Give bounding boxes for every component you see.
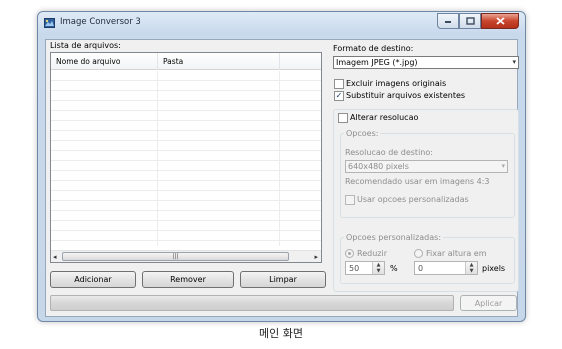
client-area: Lista de arquivos: Nome do arquivo Pasta… xyxy=(45,39,519,317)
file-list-header: Nome do arquivo Pasta xyxy=(51,53,321,70)
column-header-folder[interactable]: Pasta xyxy=(163,57,183,66)
options-group xyxy=(340,133,515,218)
reduce-percent-value: 50 xyxy=(349,264,360,273)
minimize-icon xyxy=(445,21,451,23)
file-list-rows[interactable] xyxy=(51,71,321,246)
recommendation-text: Recomendado usar em imagens 4:3 xyxy=(345,177,490,186)
fixed-height-spinner[interactable]: ▲ ▼ xyxy=(465,262,477,274)
change-resolution-label[interactable]: Alterar resolucao xyxy=(350,113,418,122)
clear-button[interactable]: Limpar xyxy=(240,271,326,288)
app-icon xyxy=(44,18,55,28)
change-resolution-checkbox[interactable] xyxy=(338,113,348,123)
reduce-radio[interactable] xyxy=(345,249,354,258)
caption-buttons xyxy=(437,13,519,30)
file-list[interactable]: Nome do arquivo Pasta ◂ ||| ▸ xyxy=(50,52,322,263)
scrollbar-thumb[interactable]: ||| xyxy=(62,252,289,261)
format-select-value: Imagem JPEG (*.jpg) xyxy=(336,58,418,67)
close-button[interactable] xyxy=(481,13,519,29)
target-resolution-select[interactable]: 640x480 pixels ▾ xyxy=(345,160,508,173)
chevron-down-icon: ▾ xyxy=(501,162,505,170)
scroll-left-icon[interactable]: ◂ xyxy=(53,253,57,261)
add-button[interactable]: Adicionar xyxy=(50,271,136,288)
custom-options-label: Opcoes personalizadas: xyxy=(344,233,444,242)
maximize-icon xyxy=(465,17,475,25)
column-gridline xyxy=(279,71,280,246)
file-list-label: Lista de arquivos: xyxy=(50,41,121,50)
column-separator[interactable] xyxy=(157,53,158,70)
window-title: Image Conversor 3 xyxy=(60,17,141,27)
pixels-unit: pixels xyxy=(482,264,506,273)
maximize-button[interactable] xyxy=(459,13,481,29)
horizontal-scrollbar[interactable]: ◂ ||| ▸ xyxy=(51,250,321,262)
caption-text: 메인 화면 xyxy=(259,327,303,340)
replace-existing-label[interactable]: Substituir arquivos existentes xyxy=(346,91,465,100)
reduce-spinner[interactable]: ▲ ▼ xyxy=(372,262,384,274)
close-icon xyxy=(495,17,505,25)
scroll-grip-icon: ||| xyxy=(172,253,179,260)
check-icon: ✓ xyxy=(335,91,343,100)
title-bar[interactable]: Image Conversor 3 xyxy=(38,12,525,34)
delete-originals-checkbox[interactable] xyxy=(334,79,344,89)
replace-existing-checkbox[interactable]: ✓ xyxy=(334,91,344,101)
apply-button[interactable]: Aplicar xyxy=(460,295,517,311)
column-separator[interactable] xyxy=(279,53,280,70)
fixed-height-input[interactable]: 0 ▲ ▼ xyxy=(414,261,478,275)
target-resolution-label: Resolucao de destino: xyxy=(345,148,433,157)
delete-originals-label[interactable]: Excluir imagens originais xyxy=(346,79,446,88)
format-label: Formato de destino: xyxy=(333,44,414,53)
reduce-percent-input[interactable]: 50 ▲ ▼ xyxy=(345,261,385,275)
scroll-right-icon[interactable]: ▸ xyxy=(314,253,318,261)
percent-unit: % xyxy=(390,264,398,273)
target-resolution-value: 640x480 pixels xyxy=(348,162,409,171)
reduce-label[interactable]: Reduzir xyxy=(357,249,387,258)
column-gridline xyxy=(157,71,158,246)
spin-down-icon[interactable]: ▼ xyxy=(466,268,477,274)
use-custom-options-label[interactable]: Usar opcoes personalizadas xyxy=(357,195,469,204)
app-window: Image Conversor 3 Lista de arquivos: Nom… xyxy=(37,11,526,322)
progress-bar xyxy=(50,295,454,311)
spin-down-icon[interactable]: ▼ xyxy=(373,268,384,274)
fixed-height-value: 0 xyxy=(418,264,424,273)
column-header-filename[interactable]: Nome do arquivo xyxy=(56,57,120,66)
use-custom-options-checkbox[interactable] xyxy=(345,195,355,205)
fixed-height-radio[interactable] xyxy=(414,249,423,258)
minimize-button[interactable] xyxy=(437,13,459,29)
remove-button[interactable]: Remover xyxy=(142,271,234,288)
chevron-down-icon: ▾ xyxy=(512,58,516,66)
format-select[interactable]: Imagem JPEG (*.jpg) ▾ xyxy=(333,56,519,69)
fixed-height-label[interactable]: Fixar altura em xyxy=(426,249,487,258)
options-group-label: Opcoes: xyxy=(344,129,381,138)
